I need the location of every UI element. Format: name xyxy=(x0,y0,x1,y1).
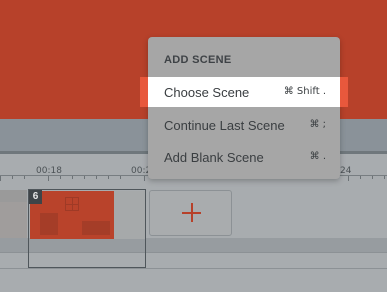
couch-shape xyxy=(82,221,110,235)
menu-item-choose-scene[interactable]: Choose Scene ⌘ Shift . xyxy=(140,77,348,107)
menu-item-label: Choose Scene xyxy=(164,85,250,100)
highlight-edge-left xyxy=(140,77,148,107)
scene-number-badge: 6 xyxy=(29,190,42,204)
shelf-shape xyxy=(40,213,58,235)
ruler-tick xyxy=(144,176,145,181)
ruler-tick xyxy=(96,176,97,179)
ruler-tick xyxy=(360,176,361,179)
menu-header: ADD SCENE xyxy=(164,54,232,66)
ruler-tick xyxy=(60,176,61,179)
ruler-label: 24 xyxy=(340,166,352,176)
scene-thumbnail-image xyxy=(30,191,114,239)
menu-item-add-blank-scene[interactable]: Add Blank Scene ⌘ . xyxy=(148,142,340,172)
ruler-tick xyxy=(48,176,49,181)
ruler-tick xyxy=(72,176,73,179)
add-scene-menu: ADD SCENE Choose Scene ⌘ Shift . Continu… xyxy=(140,37,348,179)
ruler-tick xyxy=(348,176,349,181)
add-scene-button[interactable] xyxy=(149,190,232,236)
menu-item-label: Add Blank Scene xyxy=(164,150,264,165)
ruler-tick xyxy=(24,176,25,179)
plus-icon xyxy=(182,203,201,222)
ruler-tick xyxy=(384,176,385,179)
scene-thumbnail-previous[interactable] xyxy=(0,190,27,238)
ruler-tick xyxy=(84,176,85,179)
ruler-tick xyxy=(120,176,121,179)
ruler-tick xyxy=(12,176,13,179)
ruler-tick xyxy=(0,176,1,181)
ruler-label: 00:18 xyxy=(36,166,62,176)
menu-item-shortcut: ⌘ . xyxy=(309,151,326,162)
scene-thumbnail-image xyxy=(0,202,27,238)
menu-item-shortcut: ⌘ ; xyxy=(309,119,326,130)
ruler-tick xyxy=(108,176,109,179)
menu-item-shortcut: ⌘ Shift . xyxy=(283,86,326,97)
highlight-edge-right xyxy=(340,77,348,107)
track-divider xyxy=(0,268,387,269)
ruler-tick xyxy=(372,176,373,179)
scene-thumbnail-selected[interactable] xyxy=(28,189,146,268)
menu-item-continue-last-scene[interactable]: Continue Last Scene ⌘ ; xyxy=(148,110,340,140)
scene-thumbnail-extension xyxy=(114,191,145,239)
window-shape xyxy=(65,197,79,211)
menu-item-label: Continue Last Scene xyxy=(164,118,285,133)
